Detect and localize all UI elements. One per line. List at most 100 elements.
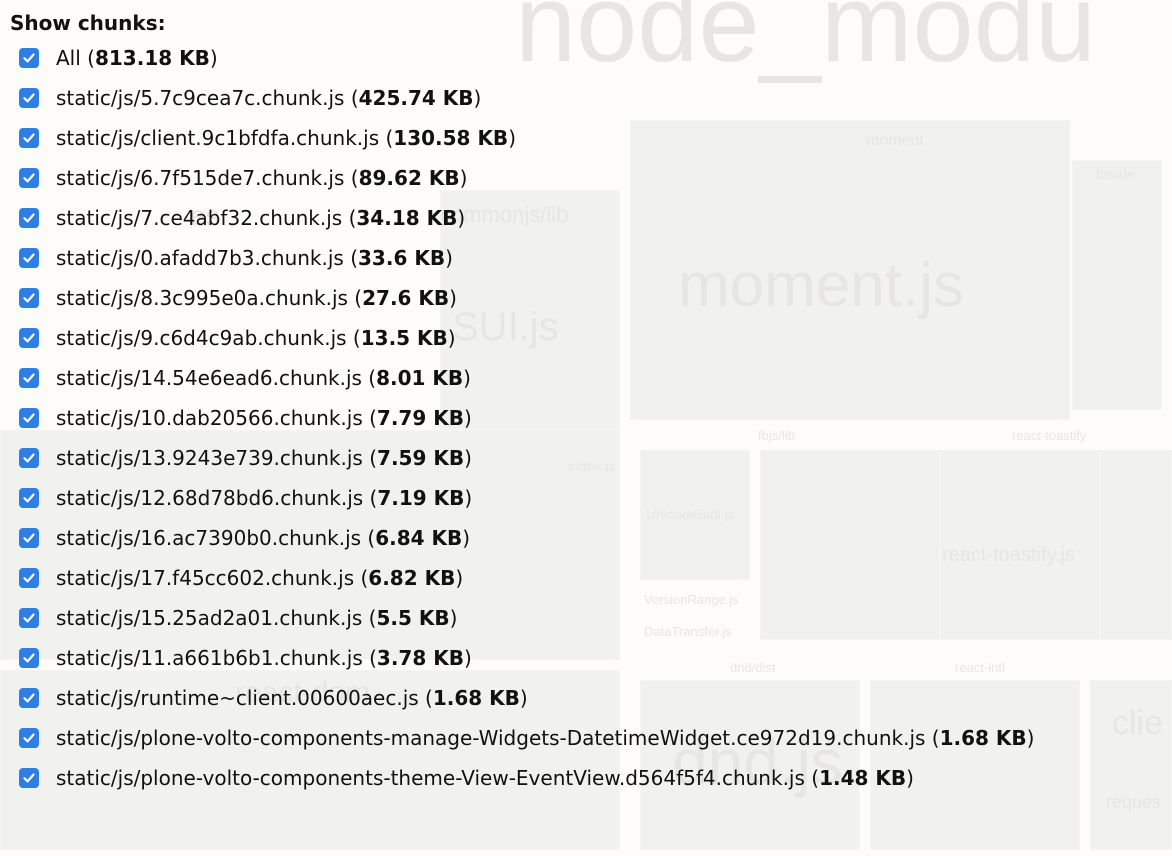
chunk-label: static/js/12.68d78bd6.chunk.js (7.19 KB) bbox=[56, 486, 473, 510]
chunk-label: static/js/client.9c1bfdfa.chunk.js (130.… bbox=[56, 126, 516, 150]
chunk-name: static/js/0.afadd7b3.chunk.js bbox=[56, 246, 344, 270]
chunk-checkbox[interactable] bbox=[19, 768, 39, 788]
chunk-checkbox[interactable] bbox=[19, 168, 39, 188]
chunk-checkbox[interactable] bbox=[19, 368, 39, 388]
chunk-checkbox[interactable] bbox=[19, 208, 39, 228]
chunk-label: static/js/8.3c995e0a.chunk.js (27.6 KB) bbox=[56, 286, 457, 310]
chunk-name: static/js/16.ac7390b0.chunk.js bbox=[56, 526, 362, 550]
checkmark-icon bbox=[23, 133, 35, 143]
chunk-item[interactable]: static/js/plone-volto-components-theme-V… bbox=[19, 758, 1034, 798]
chunk-name: static/js/9.c6d4c9ab.chunk.js bbox=[56, 326, 347, 350]
treemap-label: clie bbox=[1112, 704, 1164, 742]
chunk-item[interactable]: static/js/11.a661b6b1.chunk.js (3.78 KB) bbox=[19, 638, 1034, 678]
chunk-size: 1.68 KB bbox=[939, 726, 1027, 750]
chunk-checkbox[interactable] bbox=[19, 88, 39, 108]
chunk-label: static/js/plone-volto-components-manage-… bbox=[56, 726, 1035, 750]
chunk-checkbox[interactable] bbox=[19, 408, 39, 428]
treemap-cell bbox=[1072, 160, 1162, 410]
chunk-label: static/js/9.c6d4c9ab.chunk.js (13.5 KB) bbox=[56, 326, 456, 350]
chunk-item[interactable]: static/js/13.9243e739.chunk.js (7.59 KB) bbox=[19, 438, 1034, 478]
chunk-size: 34.18 KB bbox=[356, 206, 458, 230]
chunk-item[interactable]: static/js/7.ce4abf32.chunk.js (34.18 KB) bbox=[19, 198, 1034, 238]
chunk-size: 1.48 KB bbox=[819, 766, 907, 790]
checkmark-icon bbox=[23, 253, 35, 263]
chunk-checkbox[interactable] bbox=[19, 128, 39, 148]
checkmark-icon bbox=[23, 453, 35, 463]
chunk-checkbox[interactable] bbox=[19, 48, 39, 68]
chunk-item[interactable]: static/js/15.25ad2a01.chunk.js (5.5 KB) bbox=[19, 598, 1034, 638]
chunk-checkbox[interactable] bbox=[19, 448, 39, 468]
chunk-size: 6.82 KB bbox=[368, 566, 456, 590]
checkmark-icon bbox=[23, 213, 35, 223]
chunk-item[interactable]: static/js/14.54e6ead6.chunk.js (8.01 KB) bbox=[19, 358, 1034, 398]
chunk-item[interactable]: static/js/client.9c1bfdfa.chunk.js (130.… bbox=[19, 118, 1034, 158]
bundle-analyzer-view: node_modu moment locale es commonjs/lib … bbox=[0, 0, 1172, 856]
chunk-item[interactable]: static/js/5.7c9cea7c.chunk.js (425.74 KB… bbox=[19, 78, 1034, 118]
chunk-item[interactable]: static/js/10.dab20566.chunk.js (7.79 KB) bbox=[19, 398, 1034, 438]
checkmark-icon bbox=[23, 373, 35, 383]
chunk-checkbox[interactable] bbox=[19, 608, 39, 628]
chunk-checkbox[interactable] bbox=[19, 488, 39, 508]
panel-title: Show chunks: bbox=[10, 11, 166, 35]
chunk-checkbox[interactable] bbox=[19, 648, 39, 668]
chunk-name: static/js/17.f45cc602.chunk.js bbox=[56, 566, 355, 590]
chunk-name: static/js/7.ce4abf32.chunk.js bbox=[56, 206, 343, 230]
chunk-checkbox[interactable] bbox=[19, 328, 39, 348]
show-chunks-panel: Show chunks: All (813.18 KB) static/js/5.… bbox=[0, 0, 1034, 798]
chunk-item[interactable]: static/js/17.f45cc602.chunk.js (6.82 KB) bbox=[19, 558, 1034, 598]
chunk-size: 7.79 KB bbox=[376, 406, 464, 430]
chunk-item[interactable]: static/js/6.7f515de7.chunk.js (89.62 KB) bbox=[19, 158, 1034, 198]
chunk-item-all[interactable]: All (813.18 KB) bbox=[19, 38, 1034, 78]
chunk-checkbox[interactable] bbox=[19, 288, 39, 308]
treemap-label: reques bbox=[1106, 792, 1162, 812]
chunk-label: static/js/16.ac7390b0.chunk.js (6.84 KB) bbox=[56, 526, 471, 550]
checkmark-icon bbox=[23, 293, 35, 303]
chunk-name: static/js/10.dab20566.chunk.js bbox=[56, 406, 363, 430]
chunk-size: 13.5 KB bbox=[360, 326, 448, 350]
chunk-size: 27.6 KB bbox=[362, 286, 450, 310]
chunk-size: 6.84 KB bbox=[375, 526, 463, 550]
chunk-item[interactable]: static/js/runtime~client.00600aec.js (1.… bbox=[19, 678, 1034, 718]
checkmark-icon bbox=[23, 93, 35, 103]
chunk-name: static/js/8.3c995e0a.chunk.js bbox=[56, 286, 348, 310]
chunk-checkbox[interactable] bbox=[19, 528, 39, 548]
chunk-checkbox[interactable] bbox=[19, 568, 39, 588]
chunk-item[interactable]: static/js/16.ac7390b0.chunk.js (6.84 KB) bbox=[19, 518, 1034, 558]
chunk-checkbox[interactable] bbox=[19, 688, 39, 708]
chunk-item[interactable]: static/js/0.afadd7b3.chunk.js (33.6 KB) bbox=[19, 238, 1034, 278]
chunk-name: static/js/13.9243e739.chunk.js bbox=[56, 446, 363, 470]
checkmark-icon bbox=[23, 493, 35, 503]
checkmark-icon bbox=[23, 413, 35, 423]
checkmark-icon bbox=[23, 693, 35, 703]
chunk-label: static/js/6.7f515de7.chunk.js (89.62 KB) bbox=[56, 166, 468, 190]
chunk-label: static/js/10.dab20566.chunk.js (7.79 KB) bbox=[56, 406, 472, 430]
chunk-label: static/js/17.f45cc602.chunk.js (6.82 KB) bbox=[56, 566, 464, 590]
chunk-checkbox[interactable] bbox=[19, 728, 39, 748]
chunk-name: static/js/runtime~client.00600aec.js bbox=[56, 686, 419, 710]
checkmark-icon bbox=[23, 773, 35, 783]
checkmark-icon bbox=[23, 533, 35, 543]
chunk-label: static/js/15.25ad2a01.chunk.js (5.5 KB) bbox=[56, 606, 458, 630]
checkmark-icon bbox=[23, 333, 35, 343]
chunk-name: static/js/plone-volto-components-theme-V… bbox=[56, 766, 805, 790]
chunk-size: 89.62 KB bbox=[358, 166, 460, 190]
chunk-label: static/js/runtime~client.00600aec.js (1.… bbox=[56, 686, 528, 710]
chunk-name: static/js/14.54e6ead6.chunk.js bbox=[56, 366, 362, 390]
checkmark-icon bbox=[23, 613, 35, 623]
chunk-label: static/js/plone-volto-components-theme-V… bbox=[56, 766, 914, 790]
chunk-size: 33.6 KB bbox=[358, 246, 446, 270]
chunk-item[interactable]: static/js/9.c6d4c9ab.chunk.js (13.5 KB) bbox=[19, 318, 1034, 358]
chunk-item[interactable]: static/js/12.68d78bd6.chunk.js (7.19 KB) bbox=[19, 478, 1034, 518]
chunk-size: 813.18 KB bbox=[94, 46, 210, 70]
chunk-label: static/js/14.54e6ead6.chunk.js (8.01 KB) bbox=[56, 366, 471, 390]
chunk-item[interactable]: static/js/8.3c995e0a.chunk.js (27.6 KB) bbox=[19, 278, 1034, 318]
checkmark-icon bbox=[23, 573, 35, 583]
chunk-name: static/js/plone-volto-components-manage-… bbox=[56, 726, 926, 750]
chunk-size: 1.68 KB bbox=[432, 686, 520, 710]
chunk-size: 425.74 KB bbox=[358, 86, 474, 110]
chunk-name: static/js/client.9c1bfdfa.chunk.js bbox=[56, 126, 380, 150]
chunk-name: static/js/12.68d78bd6.chunk.js bbox=[56, 486, 364, 510]
chunk-checkbox[interactable] bbox=[19, 248, 39, 268]
chunk-item[interactable]: static/js/plone-volto-components-manage-… bbox=[19, 718, 1034, 758]
chunk-size: 5.5 KB bbox=[376, 606, 450, 630]
